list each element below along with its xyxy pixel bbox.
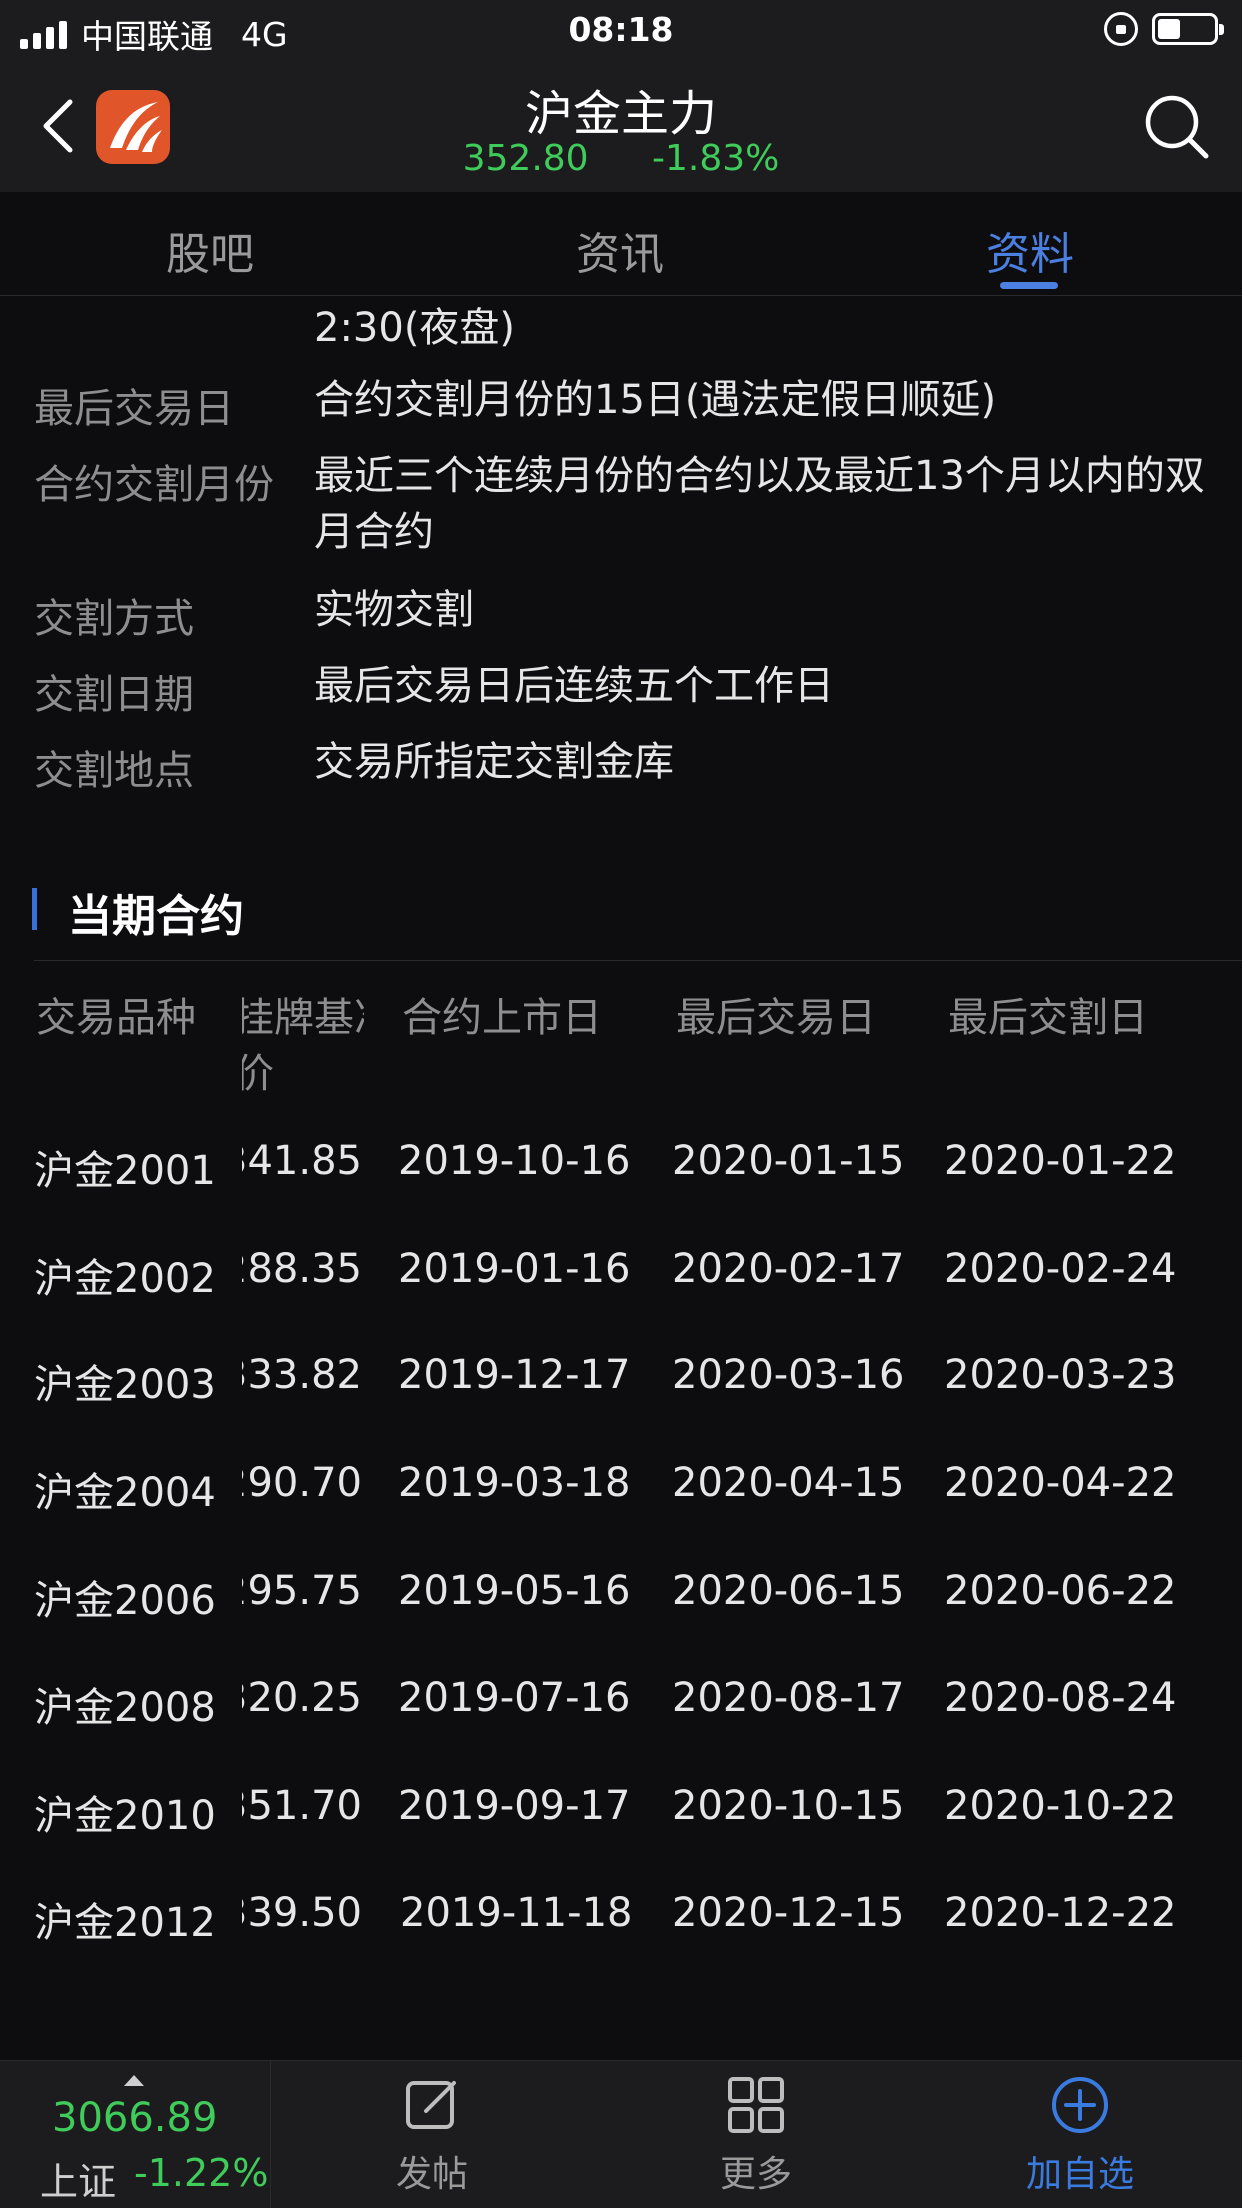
plus-circle-icon	[1052, 2077, 1108, 2133]
cell-last-trade-date: 2020-10-15	[672, 1783, 905, 1829]
cell-symbol: 沪金2006	[34, 1578, 216, 1624]
tab-guba[interactable]: 股吧	[110, 218, 310, 282]
tab-bar: 股吧 资讯 资料	[0, 192, 1242, 296]
tab-news[interactable]: 资讯	[520, 218, 720, 282]
cell-base-price: 290.70	[242, 1460, 362, 1506]
section-accent-bar	[32, 888, 37, 930]
status-bar: 中国联通 4G 08:18	[0, 0, 1242, 62]
orientation-lock-icon	[1104, 12, 1138, 46]
post-label: 发帖	[395, 2154, 468, 2195]
index-change: -1.22%	[134, 2151, 269, 2195]
cell-list-date: 2019-03-18	[398, 1460, 631, 1506]
price-value: 352.80	[462, 138, 589, 179]
compose-icon	[406, 2081, 456, 2129]
info-value-partial: 2:30(夜盘)	[314, 305, 516, 351]
section-title: 当期合约	[68, 891, 244, 942]
index-value: 3066.89	[52, 2095, 218, 2141]
cell-base-price: 295.75	[242, 1568, 362, 1614]
column-header: 最后交割日	[948, 995, 1148, 1041]
cell-list-date: 2019-10-16	[398, 1138, 631, 1184]
cell-base-price: 288.35	[242, 1246, 362, 1292]
cell-last-delivery-date: 2020-03-23	[944, 1352, 1177, 1398]
search-icon	[1145, 95, 1209, 159]
cell-base-price: 351.70	[242, 1783, 362, 1829]
cell-list-date: 2019-01-16	[398, 1246, 631, 1292]
info-value: 合约交割月份的15日(遇法定假日顺延)	[314, 377, 997, 423]
section-header: 当期合约	[0, 870, 1242, 960]
section-divider	[34, 960, 1242, 961]
toolbar-divider	[270, 2061, 271, 2208]
add-watchlist-label: 加自选	[1025, 2154, 1134, 2195]
cell-last-delivery-date: 2020-04-22	[944, 1460, 1177, 1506]
cell-symbol: 沪金2001	[34, 1148, 216, 1194]
info-value: 最后交易日后连续五个工作日	[314, 663, 834, 709]
info-value: 最近三个连续月份的合约以及最近13个月以内的双月合约	[314, 453, 1205, 555]
nav-bar: 沪金主力 352.80 -1.83%	[0, 62, 1242, 192]
cell-symbol: 沪金2002	[34, 1256, 216, 1302]
battery-icon	[1152, 13, 1224, 45]
cell-symbol: 沪金2008	[34, 1685, 216, 1731]
cell-last-delivery-date: 2020-12-22	[944, 1890, 1177, 1936]
status-time: 08:18	[568, 10, 674, 49]
info-label: 合约交割月份	[34, 462, 274, 508]
info-value: 实物交割	[314, 587, 474, 633]
cell-list-date: 2019-11-18	[400, 1890, 633, 1936]
cell-last-trade-date: 2020-01-15	[672, 1138, 905, 1184]
post-button[interactable]: 发帖	[332, 2075, 532, 2197]
grid-icon	[728, 2077, 784, 2133]
cell-list-date: 2019-12-17	[398, 1352, 631, 1398]
info-label: 最后交易日	[34, 386, 234, 432]
cell-base-price: 320.25	[242, 1675, 362, 1721]
more-button[interactable]: 更多	[656, 2075, 856, 2197]
cell-list-date: 2019-07-16	[398, 1675, 631, 1721]
search-button[interactable]	[1142, 92, 1212, 162]
cell-last-trade-date: 2020-03-16	[672, 1352, 905, 1398]
cell-symbol: 沪金2004	[34, 1470, 216, 1516]
cell-last-delivery-date: 2020-06-22	[944, 1568, 1177, 1614]
page-title: 沪金主力	[524, 86, 717, 142]
more-label: 更多	[719, 2154, 792, 2195]
tab-active-indicator	[1000, 282, 1058, 289]
cell-last-trade-date: 2020-06-15	[672, 1568, 905, 1614]
cell-symbol: 沪金2012	[34, 1900, 216, 1946]
cell-list-date: 2019-05-16	[398, 1568, 631, 1614]
caret-up-icon	[124, 2075, 144, 2086]
cell-symbol: 沪金2003	[34, 1362, 216, 1408]
price-change: -1.83%	[652, 138, 780, 179]
bottom-toolbar: 3066.89 上证 -1.22% 发帖 更多 加自选	[0, 2060, 1242, 2208]
cell-last-trade-date: 2020-04-15	[672, 1460, 905, 1506]
info-label: 交割方式	[34, 596, 194, 642]
cell-last-delivery-date: 2020-02-24	[944, 1246, 1177, 1292]
add-watchlist-button[interactable]: 加自选	[980, 2075, 1180, 2197]
cell-last-trade-date: 2020-02-17	[672, 1246, 905, 1292]
column-header: 最后交易日	[676, 995, 876, 1041]
cell-last-delivery-date: 2020-01-22	[944, 1138, 1177, 1184]
cell-base-price: 341.85	[242, 1138, 362, 1184]
tab-profile[interactable]: 资料	[930, 218, 1130, 282]
cell-list-date: 2019-09-17	[398, 1783, 631, 1829]
cell-last-delivery-date: 2020-08-24	[944, 1675, 1177, 1721]
info-label: 交割日期	[34, 672, 194, 718]
info-value: 交易所指定交割金库	[314, 739, 674, 785]
cell-symbol: 沪金2010	[34, 1793, 216, 1839]
cell-base-price: 339.50	[242, 1890, 362, 1936]
cell-last-delivery-date: 2020-10-22	[944, 1783, 1177, 1829]
cell-last-trade-date: 2020-12-15	[672, 1890, 905, 1936]
column-header: 挂牌基准价	[242, 995, 364, 1097]
info-label: 交割地点	[34, 748, 194, 794]
column-header: 交易品种	[36, 995, 196, 1041]
index-name: 上证	[40, 2160, 117, 2204]
column-header: 合约上市日	[402, 995, 602, 1041]
cell-base-price: 333.82	[242, 1352, 362, 1398]
cell-last-trade-date: 2020-08-17	[672, 1675, 905, 1721]
